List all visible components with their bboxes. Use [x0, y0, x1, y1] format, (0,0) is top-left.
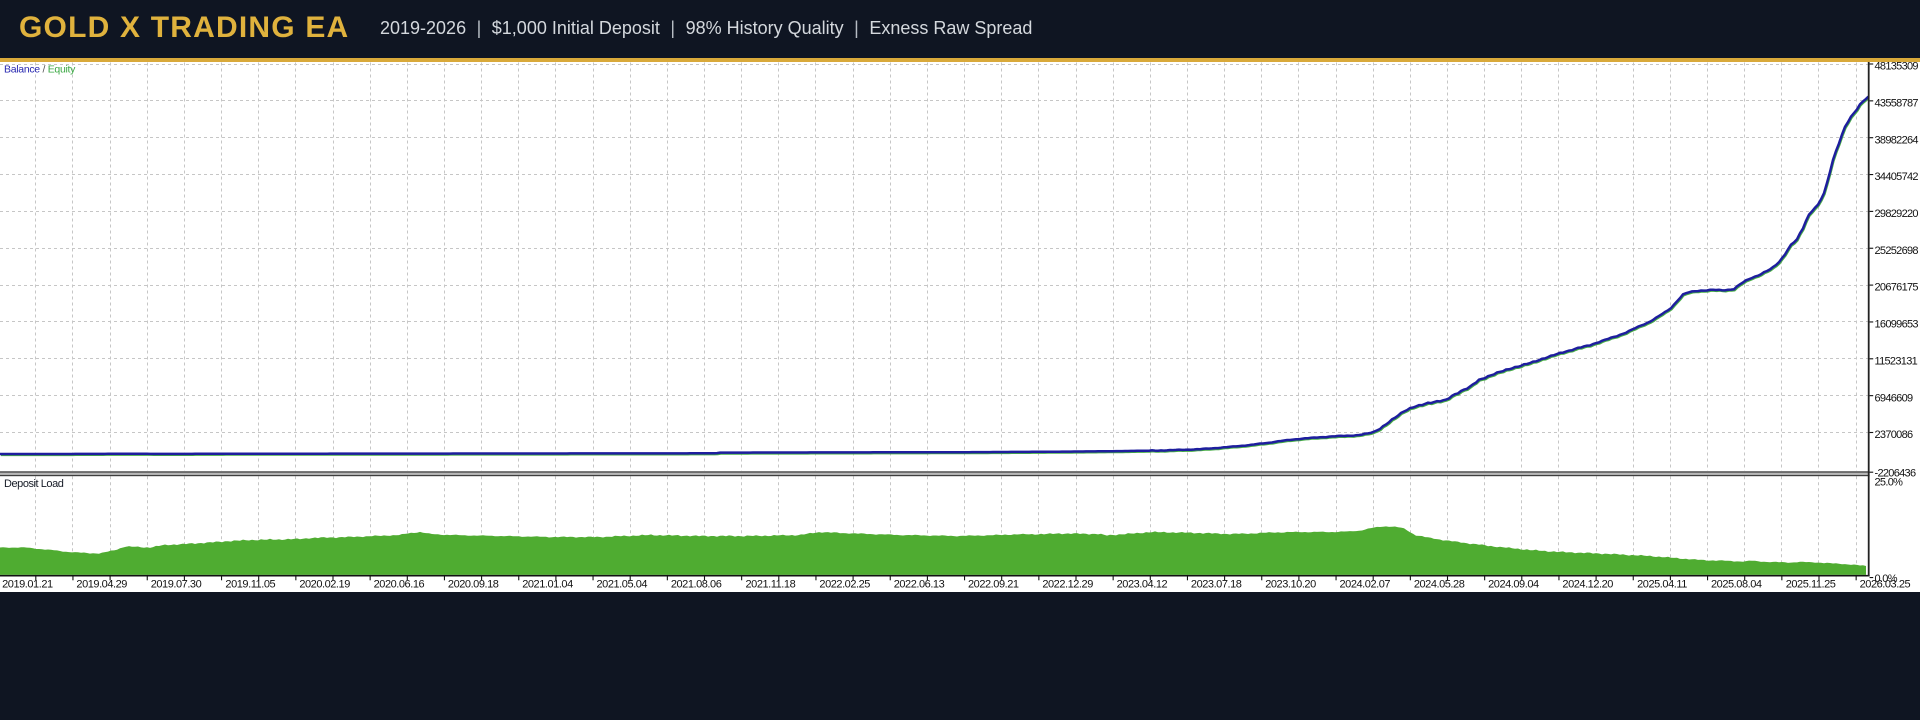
svg-text:25.0%: 25.0% [1875, 477, 1904, 489]
svg-text:2025.04.11: 2025.04.11 [1637, 579, 1687, 591]
svg-text:2021.11.18: 2021.11.18 [746, 579, 796, 591]
svg-text:2020.06.16: 2020.06.16 [374, 579, 425, 591]
svg-text:25252698: 25252698 [1875, 245, 1919, 257]
svg-text:2019.11.05: 2019.11.05 [225, 579, 275, 591]
svg-text:2025.11.25: 2025.11.25 [1786, 579, 1836, 591]
svg-text:2023.10.20: 2023.10.20 [1265, 579, 1316, 591]
svg-text:Deposit Load: Deposit Load [4, 478, 64, 490]
svg-text:2022.02.25: 2022.02.25 [819, 579, 870, 591]
svg-text:16099653: 16099653 [1875, 319, 1919, 331]
svg-text:6946609: 6946609 [1875, 392, 1914, 404]
svg-text:2025.08.04: 2025.08.04 [1711, 579, 1762, 591]
svg-text:2019.01.21: 2019.01.21 [2, 579, 53, 591]
svg-text:2370086: 2370086 [1875, 429, 1914, 441]
svg-text:2024.09.04: 2024.09.04 [1488, 579, 1539, 591]
svg-text:2022.12.29: 2022.12.29 [1042, 579, 1093, 591]
svg-text:11523131: 11523131 [1875, 355, 1918, 367]
svg-text:2023.04.12: 2023.04.12 [1117, 579, 1168, 591]
svg-text:2024.12.20: 2024.12.20 [1562, 579, 1613, 591]
svg-text:38982264: 38982264 [1875, 134, 1919, 146]
svg-text:2021.05.04: 2021.05.04 [597, 579, 648, 591]
svg-text:43558787: 43558787 [1875, 97, 1919, 109]
svg-text:2026.03.25: 2026.03.25 [1860, 579, 1911, 591]
svg-text:2024.02.07: 2024.02.07 [1340, 579, 1391, 591]
svg-text:2022.06.13: 2022.06.13 [894, 579, 945, 591]
svg-text:2019.04.29: 2019.04.29 [76, 579, 127, 591]
svg-text:Balance / Equity: Balance / Equity [4, 63, 76, 75]
svg-text:2023.07.18: 2023.07.18 [1191, 579, 1242, 591]
svg-text:2019.07.30: 2019.07.30 [151, 579, 202, 591]
svg-text:2022.09.21: 2022.09.21 [968, 579, 1019, 591]
svg-text:2021.08.06: 2021.08.06 [671, 579, 722, 591]
svg-text:34405742: 34405742 [1875, 171, 1919, 183]
svg-text:2024.05.28: 2024.05.28 [1414, 579, 1465, 591]
svg-text:2020.09.18: 2020.09.18 [448, 579, 499, 591]
svg-text:48135309: 48135309 [1875, 62, 1919, 73]
svg-text:29829220: 29829220 [1875, 208, 1919, 220]
svg-text:20676175: 20676175 [1875, 282, 1919, 294]
svg-text:2020.02.19: 2020.02.19 [299, 579, 350, 591]
svg-text:2021.01.04: 2021.01.04 [522, 579, 573, 591]
